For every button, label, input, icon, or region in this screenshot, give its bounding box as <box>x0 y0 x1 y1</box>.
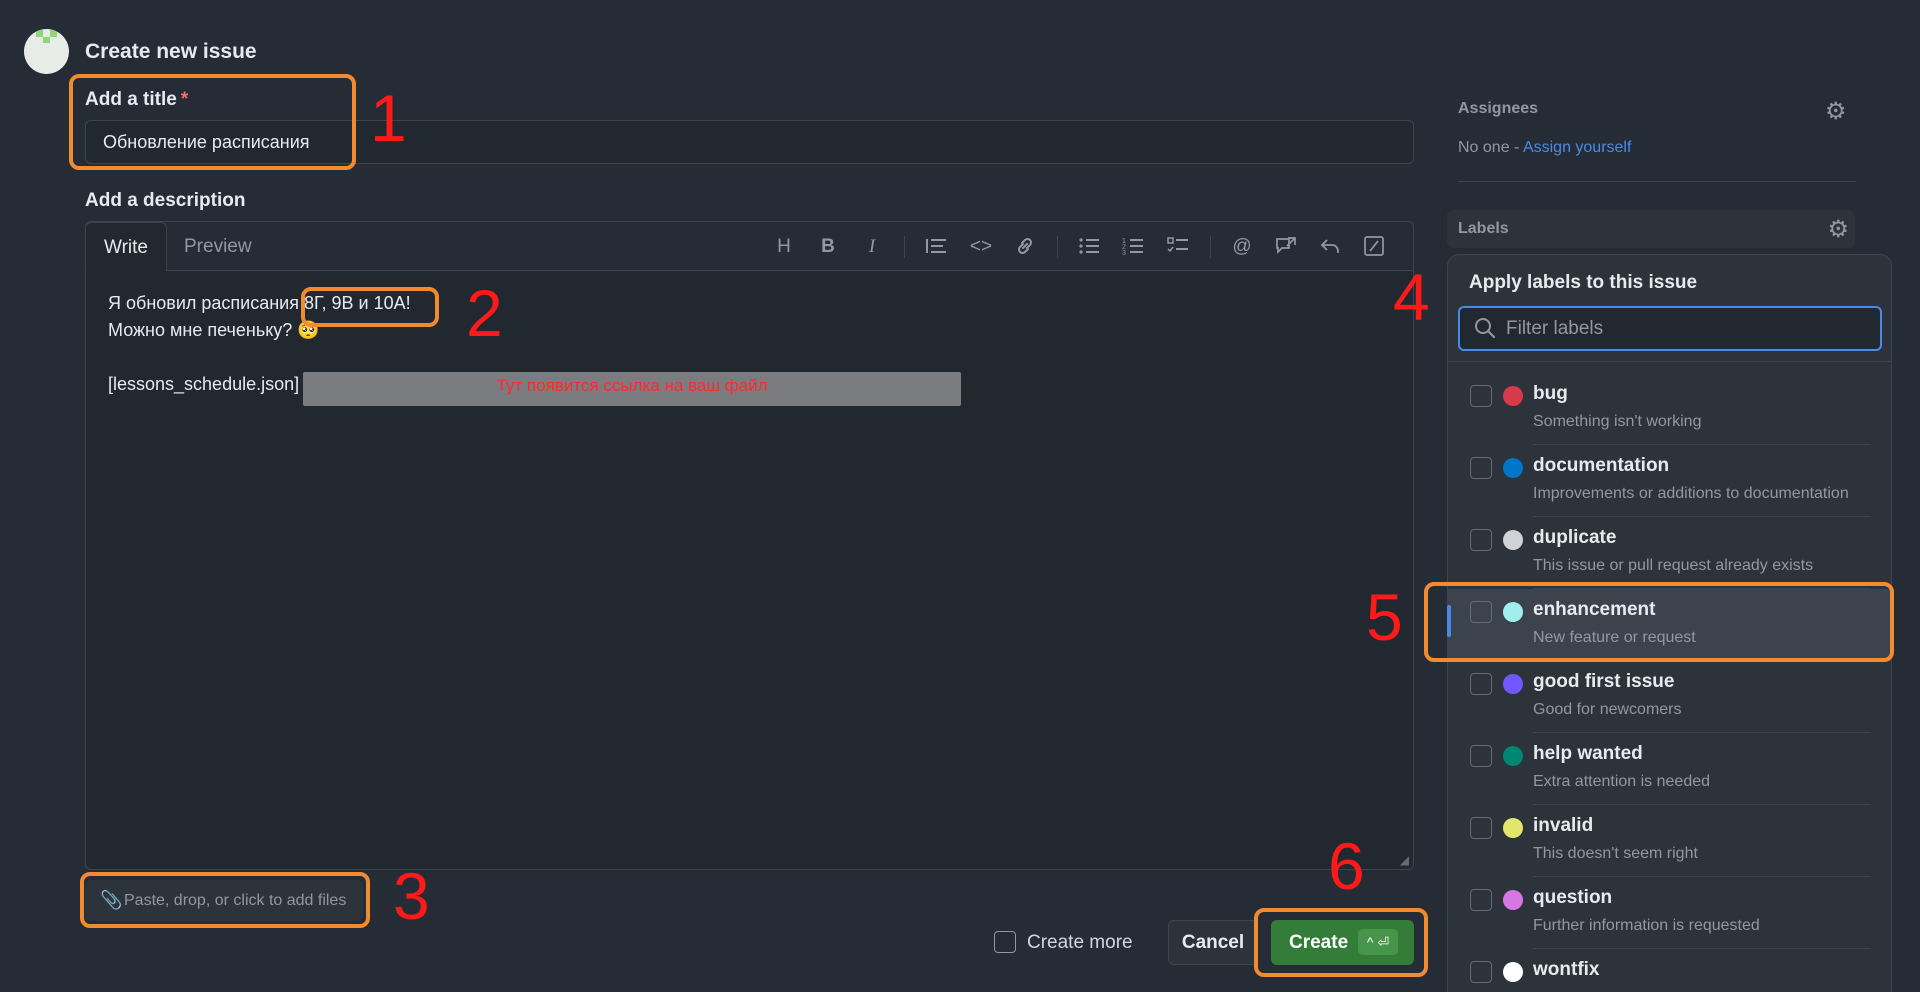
editor-toolbar: Write Preview H B I <> 123 @ <box>85 222 1413 272</box>
label-name: good first issue <box>1533 671 1675 692</box>
labels-label: Labels <box>1458 220 1509 237</box>
label-color-dot <box>1503 962 1523 982</box>
label-color-dot <box>1503 674 1523 694</box>
italic-icon[interactable]: I <box>860 236 884 258</box>
annotation-number-1: 1 <box>370 81 407 155</box>
label-option-documentation[interactable]: documentation Improvements or additions … <box>1448 445 1891 517</box>
description-label: Add a description <box>85 190 246 211</box>
annotation-number-3: 3 <box>393 859 430 933</box>
label-option-wontfix[interactable]: wontfix <box>1448 949 1891 992</box>
labels-gear-icon[interactable]: ⚙ <box>1827 215 1849 244</box>
label-color-dot <box>1503 530 1523 550</box>
filter-labels-box[interactable] <box>1458 306 1882 351</box>
mention-icon[interactable]: @ <box>1230 236 1254 258</box>
code-icon[interactable]: <> <box>969 236 993 258</box>
description-editor[interactable]: Write Preview H B I <> 123 @ Я обновил р… <box>85 221 1414 870</box>
label-color-dot <box>1503 458 1523 478</box>
label-color-dot <box>1503 386 1523 406</box>
unordered-list-icon[interactable] <box>1077 236 1101 258</box>
tab-write[interactable]: Write <box>85 222 167 272</box>
cancel-button[interactable]: Cancel <box>1168 920 1258 965</box>
label-description: This doesn't seem right <box>1533 845 1698 862</box>
label-checkbox[interactable] <box>1470 745 1492 767</box>
assignees-gear-icon[interactable]: ⚙ <box>1825 97 1847 126</box>
resize-grip-icon[interactable]: ◢ <box>1400 853 1409 867</box>
assign-yourself-link[interactable]: Assign yourself <box>1523 139 1632 156</box>
create-more-label[interactable]: Create more <box>1027 932 1133 954</box>
annotation-number-6: 6 <box>1328 829 1365 903</box>
label-checkbox[interactable] <box>1470 529 1492 551</box>
label-color-dot <box>1503 818 1523 838</box>
label-name: invalid <box>1533 815 1594 836</box>
create-more-checkbox[interactable] <box>994 931 1016 953</box>
label-description: Extra attention is needed <box>1533 773 1711 790</box>
divider <box>1448 361 1891 362</box>
label-option-help-wanted[interactable]: help wanted Extra attention is needed <box>1448 733 1891 805</box>
label-description: This issue or pull request already exist… <box>1533 557 1814 574</box>
annotation-box-1 <box>69 74 356 170</box>
labels-dropdown-title: Apply labels to this issue <box>1469 272 1698 293</box>
annotation-number-4: 4 <box>1393 260 1430 334</box>
label-option-bug[interactable]: bug Something isn't working <box>1448 373 1891 445</box>
labels-section-header[interactable]: Labels ⚙ <box>1447 210 1855 248</box>
bold-icon[interactable]: B <box>816 236 840 258</box>
label-checkbox[interactable] <box>1470 385 1492 407</box>
tab-preview[interactable]: Preview <box>184 222 252 271</box>
page-title: Create new issue <box>85 40 257 63</box>
label-checkbox[interactable] <box>1470 457 1492 479</box>
ordered-list-icon[interactable]: 123 <box>1121 236 1145 258</box>
label-checkbox[interactable] <box>1470 889 1492 911</box>
annotation-box-2 <box>301 287 439 327</box>
label-color-dot <box>1503 890 1523 910</box>
label-name: wontfix <box>1533 959 1600 980</box>
annotation-box-5 <box>1424 582 1894 662</box>
annotation-number-2: 2 <box>466 276 503 350</box>
label-description: Good for newcomers <box>1533 701 1682 718</box>
assignees-value: No one - Assign yourself <box>1458 139 1632 156</box>
filter-labels-input[interactable] <box>1506 316 1866 342</box>
slash-command-icon[interactable] <box>1362 236 1386 258</box>
svg-text:3: 3 <box>1122 250 1126 256</box>
label-description: Something isn't working <box>1533 413 1702 430</box>
label-checkbox[interactable] <box>1470 673 1492 695</box>
annotation-box-6 <box>1254 908 1428 977</box>
assignees-label: Assignees <box>1458 100 1539 117</box>
annotation-number-5: 5 <box>1366 580 1403 654</box>
label-name: help wanted <box>1533 743 1643 764</box>
annotation-box-3 <box>80 872 370 928</box>
label-option-good-first-issue[interactable]: good first issue Good for newcomers <box>1448 661 1891 733</box>
heading-icon[interactable]: H <box>772 236 796 258</box>
link-icon[interactable] <box>1013 236 1037 258</box>
label-name: documentation <box>1533 455 1670 476</box>
search-icon <box>1474 317 1496 345</box>
label-checkbox[interactable] <box>1470 961 1492 983</box>
label-option-duplicate[interactable]: duplicate This issue or pull request alr… <box>1448 517 1891 589</box>
label-description: Improvements or additions to documentati… <box>1533 485 1849 502</box>
label-option-question[interactable]: question Further information is requeste… <box>1448 877 1891 949</box>
avatar[interactable] <box>24 29 69 74</box>
reference-icon[interactable] <box>1274 236 1298 258</box>
divider <box>1458 181 1856 182</box>
quote-icon[interactable] <box>924 236 948 258</box>
label-name: bug <box>1533 383 1568 404</box>
label-option-invalid[interactable]: invalid This doesn't seem right <box>1448 805 1891 877</box>
label-description: Further information is requested <box>1533 917 1760 934</box>
saved-reply-icon[interactable] <box>1318 236 1342 258</box>
label-checkbox[interactable] <box>1470 817 1492 839</box>
label-color-dot <box>1503 746 1523 766</box>
label-name: question <box>1533 887 1613 908</box>
label-name: duplicate <box>1533 527 1617 548</box>
task-list-icon[interactable] <box>1166 236 1190 258</box>
file-link-placeholder: Тут появится ссылка на ваш файл <box>303 372 961 406</box>
